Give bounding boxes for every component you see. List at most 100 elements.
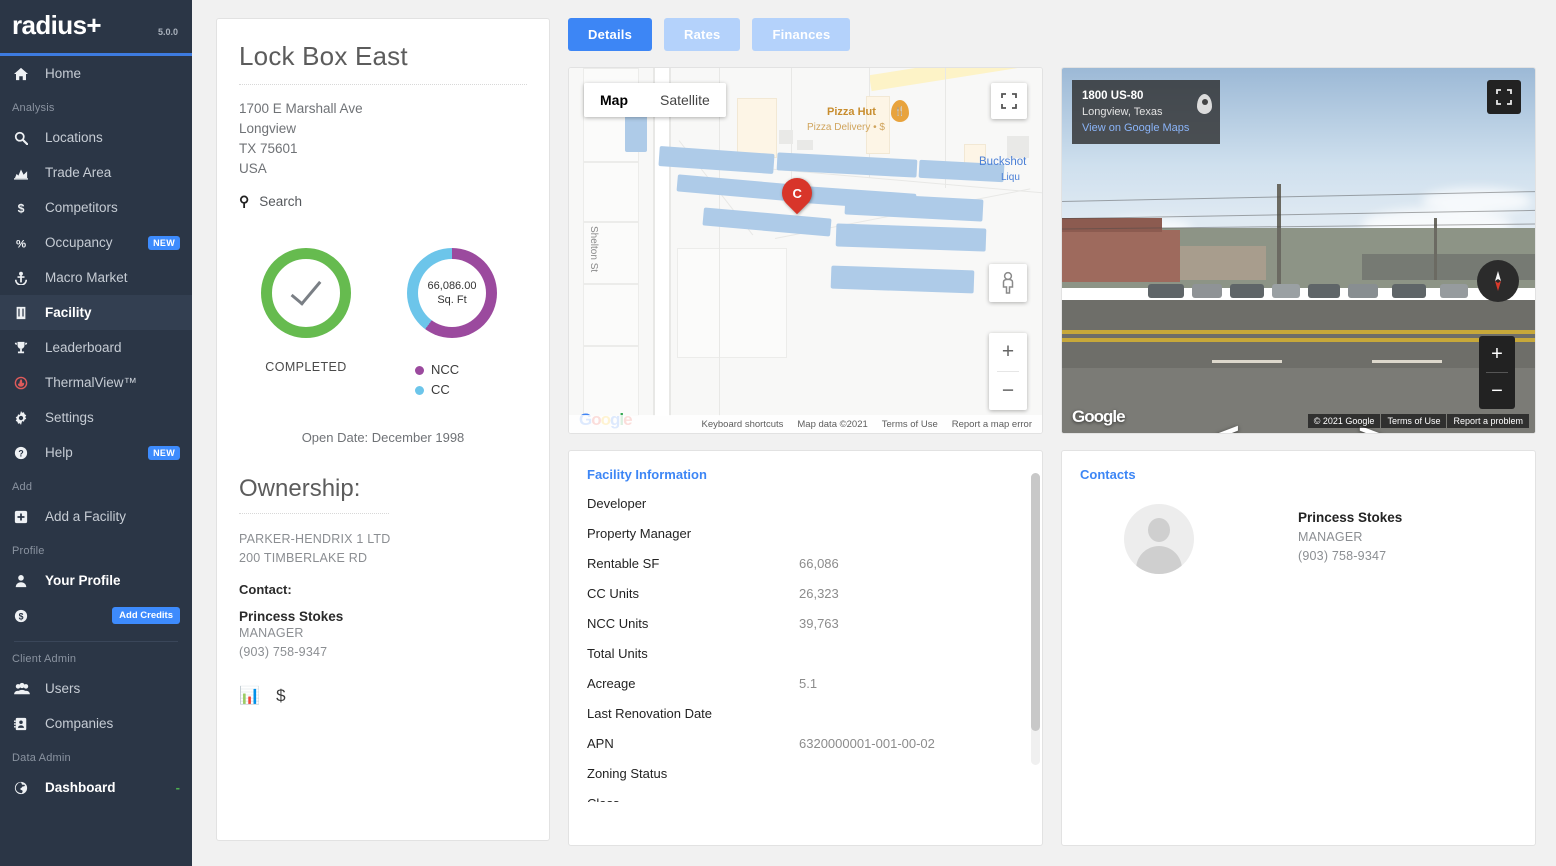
info-value: 66,086 [799, 555, 839, 571]
dollar-icon[interactable]: $ [276, 686, 285, 706]
ownership-contact-heading: Contact: [239, 582, 292, 597]
streetview-arrow-left[interactable]: < [1214, 416, 1240, 434]
map-zoom-out-button[interactable]: − [989, 372, 1027, 410]
sidebar-item-facility[interactable]: Facility [0, 295, 192, 330]
info-key: Acreage [587, 675, 636, 691]
streetview-zoom-controls[interactable]: + − [1479, 336, 1515, 409]
info-key: APN [587, 735, 614, 751]
streetview-zoom-in-button[interactable]: + [1479, 336, 1515, 372]
sidebar-item-companies[interactable]: Companies [0, 706, 192, 741]
ownership-contact-title: MANAGER [239, 626, 304, 640]
info-value: 6320000001-001-00-02 [799, 735, 935, 751]
sidebar-item-label: ThermalView™ [45, 375, 138, 390]
flame-icon [14, 376, 36, 390]
map-card[interactable]: C Pizza Hut Pizza Delivery • $ 🍴 Bucksho… [568, 67, 1043, 434]
ownership-contact-phone: (903) 758-9347 [239, 645, 328, 659]
tab-finances[interactable]: Finances [752, 18, 851, 51]
sidebar-item-competitors[interactable]: $ Competitors [0, 190, 192, 225]
contacts-title: Contacts [1080, 467, 1136, 482]
sidebar-item-locations[interactable]: Locations [0, 120, 192, 155]
brand-version: 5.0.0 [157, 27, 178, 37]
users-icon [14, 682, 36, 696]
info-row: Total Units [587, 638, 1024, 668]
tab-rates[interactable]: Rates [664, 18, 741, 51]
sidebar-item-home[interactable]: Home [0, 56, 192, 91]
map-footer-terms[interactable]: Terms of Use [882, 419, 938, 430]
map-footer: Keyboard shortcuts Map data ©2021 Terms … [569, 415, 1042, 433]
streetview-footer-report[interactable]: Report a problem [1447, 414, 1529, 428]
sidebar-item-add-a-facility[interactable]: Add a Facility [0, 499, 192, 534]
sidebar-item-trade-area[interactable]: Trade Area [0, 155, 192, 190]
info-key: Class [587, 796, 799, 803]
map-footer-report[interactable]: Report a map error [952, 419, 1032, 430]
info-value: 5.1 [799, 675, 818, 691]
info-row: Property Manager [587, 518, 1024, 548]
map-marker[interactable]: C [775, 171, 819, 215]
sidebar-item-macro-market[interactable]: Macro Market [0, 260, 192, 295]
streetview-image[interactable]: 1800 US-80 Longview, Texas View on Googl… [1062, 68, 1535, 433]
brand-logo: radius+ [12, 10, 102, 40]
sidebar-item-leaderboard[interactable]: Leaderboard [0, 330, 192, 365]
sqft-ring: 66,086.00 Sq. Ft [407, 248, 497, 338]
avatar [1124, 504, 1194, 574]
contact-role: MANAGER [1298, 530, 1363, 544]
streetview-fullscreen-button[interactable] [1487, 80, 1521, 114]
right-column: Details Rates Finances C Pizza Hut Pizza… [568, 18, 1536, 866]
status-donut: COMPLETED [261, 248, 351, 400]
report-icon[interactable]: 📊 [239, 686, 260, 706]
info-value: 26,323 [799, 585, 839, 601]
address-line-2: Longview [239, 121, 297, 136]
streetview-compass[interactable] [1477, 260, 1519, 302]
map-zoom-controls[interactable]: + − [989, 333, 1027, 410]
facility-information-scrollbar[interactable] [1031, 473, 1040, 765]
info-row: Zoning Status [587, 758, 1024, 788]
sqft-ring-center: 66,086.00 Sq. Ft [418, 259, 486, 327]
sidebar-item-users[interactable]: Users [0, 671, 192, 706]
streetview-address-card: 1800 US-80 Longview, Texas View on Googl… [1072, 80, 1220, 144]
map-type-satellite[interactable]: Satellite [644, 83, 726, 117]
map-type-switcher[interactable]: Map Satellite [584, 83, 726, 117]
streetview-card[interactable]: 1800 US-80 Longview, Texas View on Googl… [1061, 67, 1536, 434]
streetview-maps-link[interactable]: View on Google Maps [1082, 120, 1210, 136]
map-zoom-in-button[interactable]: + [989, 333, 1027, 371]
scrollbar-thumb[interactable] [1031, 473, 1040, 731]
sidebar-item-occupancy[interactable]: % Occupancy NEW [0, 225, 192, 260]
search-button[interactable]: ⚲ Search [239, 193, 527, 210]
streetview-zoom-out-button[interactable]: − [1479, 373, 1515, 409]
sidebar-item-add-credits[interactable]: $ Add Credits [0, 598, 192, 633]
sidebar-item-your-profile[interactable]: Your Profile [0, 563, 192, 598]
sidebar-item-label: Competitors [45, 200, 118, 215]
facility-information-title: Facility Information [587, 467, 707, 482]
sidebar-item-help[interactable]: ? Help NEW [0, 435, 192, 470]
sidebar-item-dashboard[interactable]: Dashboard - [0, 770, 192, 805]
sidebar-item-settings[interactable]: Settings [0, 400, 192, 435]
status-badge: COMPLETED [265, 360, 347, 374]
location-pin-icon [1197, 94, 1212, 114]
tab-details[interactable]: Details [568, 18, 653, 51]
streetview-footer-terms[interactable]: Terms of Use [1381, 414, 1447, 428]
map-fullscreen-button[interactable] [991, 83, 1027, 119]
anchor-icon [14, 271, 36, 285]
add-credits-button[interactable]: Add Credits [112, 607, 180, 624]
map-footer-shortcuts[interactable]: Keyboard shortcuts [702, 419, 784, 430]
fullscreen-icon [1001, 93, 1017, 109]
sidebar-section-profile: Profile [12, 545, 45, 557]
google-map[interactable]: C Pizza Hut Pizza Delivery • $ 🍴 Bucksho… [569, 68, 1042, 433]
user-icon [14, 574, 36, 588]
info-row: APN 6320000001-001-00-02 [587, 728, 1024, 758]
streetview-google-logo: Google [1072, 407, 1126, 426]
donut-legend: NCC CC [407, 360, 497, 400]
restaurant-pin-icon: 🍴 [891, 100, 909, 122]
svg-text:%: % [16, 238, 26, 250]
sqft-value: 66,086.00 [427, 280, 477, 292]
address-line-1: 1700 E Marshall Ave [239, 101, 363, 116]
pegman-button[interactable] [989, 264, 1027, 302]
map-type-map[interactable]: Map [584, 83, 644, 117]
facility-information-panel: Facility Information Developer Property M… [568, 450, 1043, 846]
sidebar-item-thermalview[interactable]: ThermalView™ [0, 365, 192, 400]
sidebar-item-label: Settings [45, 410, 94, 425]
streetview-address: 1800 US-80 [1082, 90, 1144, 102]
info-row: Rentable SF 66,086 [587, 548, 1024, 578]
info-row: Acreage 5.1 [587, 668, 1024, 698]
sidebar-item-label: Trade Area [45, 165, 112, 180]
